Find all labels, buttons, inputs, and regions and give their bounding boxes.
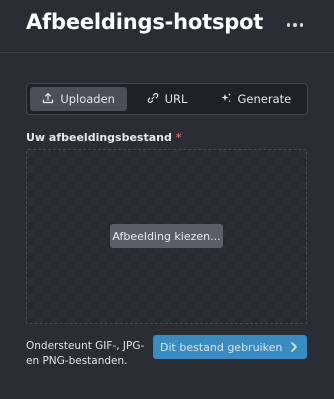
chevron-right-icon xyxy=(289,340,299,354)
required-marker: * xyxy=(175,131,182,144)
tab-upload[interactable]: Uploaden xyxy=(30,87,128,111)
header-divider xyxy=(0,52,334,53)
tab-generate-label: Generate xyxy=(237,92,292,106)
more-options-icon[interactable] xyxy=(284,14,306,36)
image-hotspot-panel: Afbeeldings-hotspot Uploaden URL Generat… xyxy=(0,0,334,399)
panel-header: Afbeeldings-hotspot xyxy=(0,0,334,52)
tab-generate[interactable]: Generate xyxy=(207,87,304,111)
source-tabs: Uploaden URL Generate xyxy=(26,83,308,115)
tab-url-label: URL xyxy=(164,92,188,106)
use-file-label: Dit bestand gebruiken xyxy=(160,340,283,354)
tab-upload-label: Uploaden xyxy=(60,92,115,106)
file-field-label-text: Uw afbeeldingsbestand xyxy=(26,131,172,144)
file-field-label: Uw afbeeldingsbestand * xyxy=(26,131,181,144)
use-file-button[interactable]: Dit bestand gebruiken xyxy=(153,335,307,359)
sparkle-icon xyxy=(220,92,232,107)
panel-title: Afbeeldings-hotspot xyxy=(26,10,264,34)
supported-formats-text: Ondersteunt GIF-, JPG- en PNG-bestanden. xyxy=(26,340,145,367)
tab-url[interactable]: URL xyxy=(127,87,206,111)
choose-image-button[interactable]: Afbeelding kiezen... xyxy=(110,224,223,248)
link-icon xyxy=(147,92,159,107)
upload-icon xyxy=(42,92,54,107)
